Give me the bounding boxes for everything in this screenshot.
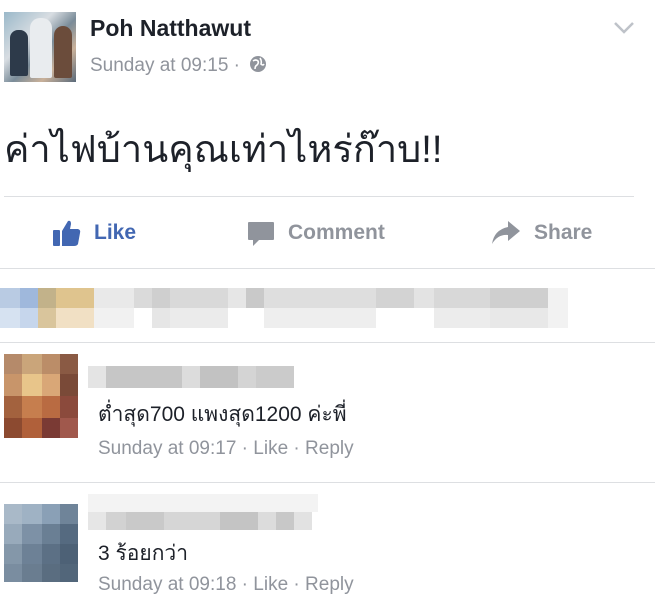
like-label: Like [94, 221, 137, 244]
chevron-down-icon[interactable] [612, 20, 636, 36]
avatar-figure [30, 18, 52, 78]
comment-button[interactable]: Comment [246, 215, 655, 251]
like-button[interactable]: Like [52, 215, 136, 251]
author-name[interactable]: Poh Natthawut [90, 15, 251, 42]
comment-item: 3 ร้อยกว่า Sunday at 09:18 · Like · Repl… [0, 482, 655, 600]
commenter-avatar-blurred[interactable] [4, 354, 78, 438]
avatar-figure [54, 26, 72, 78]
comment-text: ต่ำสุด700 แพงสุด1200 ค่ะพี่ [98, 403, 347, 426]
comment-text: 3 ร้อยกว่า [98, 542, 189, 565]
comment-timestamp[interactable]: Sunday at 09:18 [98, 574, 236, 595]
comment-item: ต่ำสุด700 แพงสุด1200 ค่ะพี่ Sunday at 09… [0, 342, 655, 482]
comment-reply-link[interactable]: Reply [305, 574, 354, 595]
comment-bubble-icon [248, 222, 274, 246]
comment-reply-link[interactable]: Reply [305, 438, 354, 459]
meta-separator: · [228, 55, 246, 76]
commenter-avatar-blurred[interactable] [4, 504, 78, 582]
post-timestamp[interactable]: Sunday at 09:15 [90, 55, 228, 76]
meta-separator: · [236, 438, 254, 459]
divider [4, 196, 634, 197]
post-meta: Sunday at 09:15 · [90, 55, 267, 77]
meta-separator: · [288, 438, 306, 459]
meta-separator: · [288, 574, 306, 595]
divider [0, 268, 655, 269]
action-bar: Like Comment Share [0, 205, 655, 261]
meta-separator: · [236, 574, 254, 595]
post-header: Poh Natthawut Sunday at 09:15 · [0, 0, 655, 95]
thumbs-up-icon [53, 220, 81, 246]
comment-meta: Sunday at 09:17 · Like · Reply [98, 438, 354, 460]
comment-timestamp[interactable]: Sunday at 09:17 [98, 438, 236, 459]
share-button[interactable]: Share [490, 215, 592, 251]
author-avatar[interactable] [4, 12, 76, 82]
commenter-name-blurred[interactable] [88, 366, 298, 388]
post-text: ค่าไฟบ้านคุณเท่าไหร่ก๊าบ!! [4, 129, 443, 171]
share-label: Share [534, 221, 593, 244]
comment-like-link[interactable]: Like [253, 574, 288, 595]
comment-meta: Sunday at 09:18 · Like · Reply [98, 574, 354, 596]
reactions-summary-blurred [0, 288, 570, 328]
comment-like-link[interactable]: Like [253, 438, 288, 459]
avatar-figure [10, 30, 28, 76]
comment-label: Comment [288, 221, 385, 244]
globe-icon [250, 56, 267, 72]
share-arrow-icon [492, 221, 520, 244]
commenter-name-blurred[interactable] [88, 494, 318, 530]
